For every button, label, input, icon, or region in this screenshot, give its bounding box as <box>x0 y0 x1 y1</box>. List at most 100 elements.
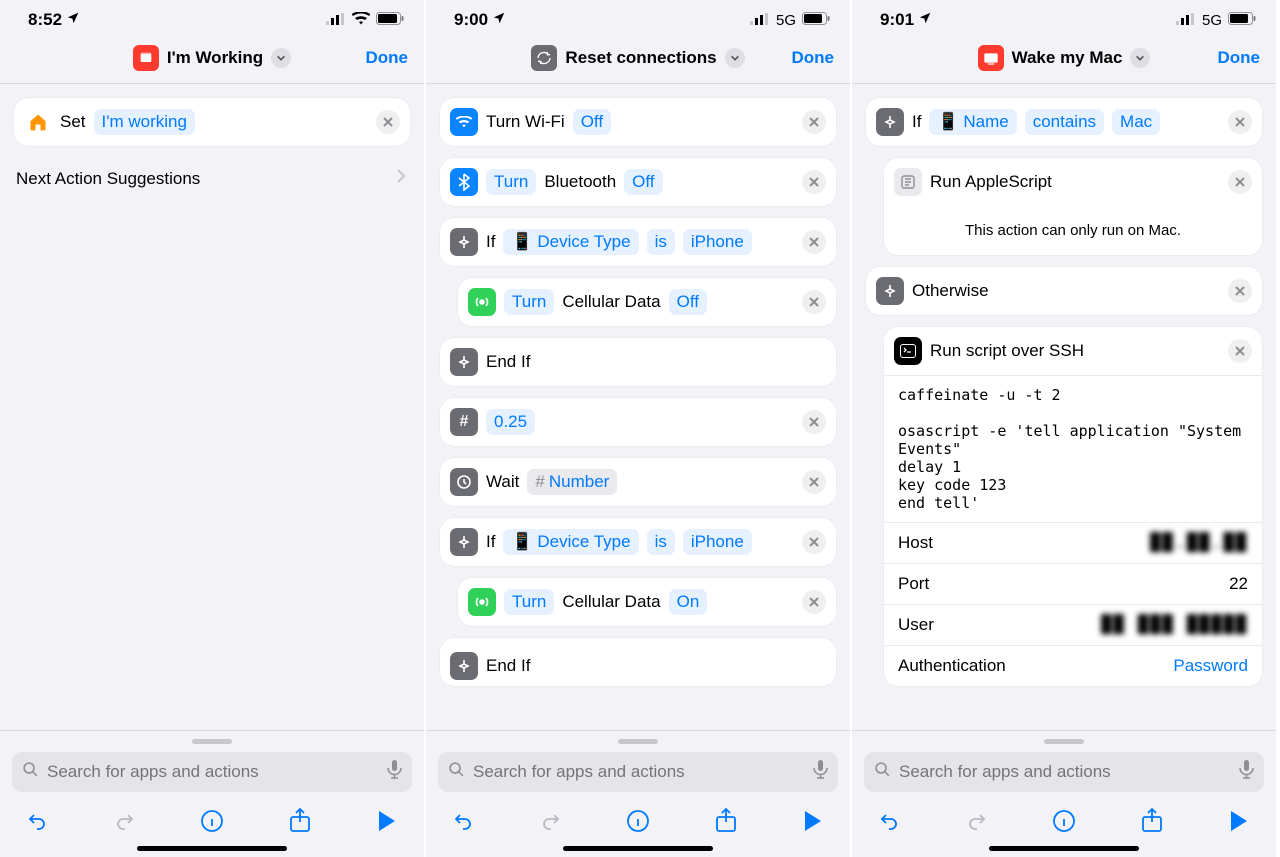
action-set[interactable]: Set I'm working <box>14 98 410 146</box>
action-number[interactable]: # 0.25 <box>440 398 836 446</box>
share-button[interactable] <box>285 806 315 836</box>
search-input[interactable] <box>473 762 805 782</box>
share-button[interactable] <box>711 806 741 836</box>
mic-icon[interactable] <box>813 760 828 784</box>
param[interactable]: iPhone <box>683 529 752 555</box>
field-value[interactable]: Password <box>1173 656 1248 676</box>
bottom-panel <box>426 730 850 857</box>
param-turn[interactable]: Turn <box>486 169 536 195</box>
action-otherwise[interactable]: Otherwise <box>866 267 1262 315</box>
shortcut-title[interactable]: Wake my Mac <box>978 45 1151 71</box>
search-field[interactable] <box>864 752 1264 792</box>
run-button[interactable] <box>1224 806 1254 836</box>
home-indicator <box>989 846 1139 851</box>
redo-button[interactable] <box>962 806 992 836</box>
param[interactable]: is <box>647 229 675 255</box>
chevron-down-icon[interactable] <box>725 48 745 68</box>
info-button[interactable] <box>1049 806 1079 836</box>
search-field[interactable] <box>438 752 838 792</box>
redo-button[interactable] <box>536 806 566 836</box>
search-input[interactable] <box>47 762 379 782</box>
action-if[interactable]: If 📱 Name contains Mac <box>866 98 1262 146</box>
action-cellular-off[interactable]: Turn Cellular Data Off <box>458 278 836 326</box>
action-lead: Set <box>60 112 86 132</box>
remove-action-button[interactable] <box>802 470 826 494</box>
param[interactable]: 0.25 <box>486 409 535 435</box>
param[interactable]: On <box>669 589 708 615</box>
remove-action-button[interactable] <box>802 170 826 194</box>
remove-action-button[interactable] <box>802 410 826 434</box>
action-if-2[interactable]: If 📱 Device Type is iPhone <box>440 518 836 566</box>
field-value[interactable]: ██ ███ █████ <box>1101 615 1248 635</box>
home-icon <box>24 108 52 136</box>
action-bluetooth[interactable]: Turn Bluetooth Off <box>440 158 836 206</box>
undo-button[interactable] <box>448 806 478 836</box>
share-button[interactable] <box>1137 806 1167 836</box>
sheet-grabber[interactable] <box>618 739 658 744</box>
shortcut-title[interactable]: I'm Working <box>133 45 291 71</box>
search-input[interactable] <box>899 762 1231 782</box>
mic-icon[interactable] <box>1239 760 1254 784</box>
param[interactable]: 📱 Device Type <box>503 529 638 555</box>
search-field[interactable] <box>12 752 412 792</box>
param-turn[interactable]: Turn <box>504 589 554 615</box>
phone-1: 8:52 I'm Working Done <box>0 0 426 857</box>
run-button[interactable] <box>798 806 828 836</box>
remove-action-button[interactable] <box>802 530 826 554</box>
remove-action-button[interactable] <box>1228 170 1252 194</box>
param[interactable]: is <box>647 529 675 555</box>
param[interactable]: 📱 Device Type <box>503 229 638 255</box>
ssh-host-row[interactable]: Host ██.██.██ <box>884 522 1262 563</box>
redo-button[interactable] <box>110 806 140 836</box>
field-value[interactable]: 22 <box>1229 574 1248 594</box>
param[interactable]: Off <box>573 109 611 135</box>
action-wifi[interactable]: Turn Wi-Fi Off <box>440 98 836 146</box>
next-action-suggestions[interactable]: Next Action Suggestions <box>14 158 410 199</box>
chevron-down-icon[interactable] <box>1130 48 1150 68</box>
remove-action-button[interactable] <box>802 110 826 134</box>
action-cellular-on[interactable]: Turn Cellular Data On <box>458 578 836 626</box>
action-applescript[interactable]: Run AppleScript This action can only run… <box>884 158 1262 255</box>
param[interactable]: Off <box>669 289 707 315</box>
done-button[interactable]: Done <box>366 32 409 84</box>
remove-action-button[interactable] <box>802 590 826 614</box>
ssh-port-row[interactable]: Port 22 <box>884 563 1262 604</box>
field-value[interactable]: ██.██.██ <box>1150 533 1248 553</box>
done-button[interactable]: Done <box>792 32 835 84</box>
param[interactable]: Mac <box>1112 109 1160 135</box>
param-turn[interactable]: Turn <box>504 289 554 315</box>
info-button[interactable] <box>197 806 227 836</box>
action-wait[interactable]: Wait ## Number Number <box>440 458 836 506</box>
run-button[interactable] <box>372 806 402 836</box>
action-endif[interactable]: End If <box>440 338 836 386</box>
undo-button[interactable] <box>22 806 52 836</box>
param-number-var[interactable]: ## Number Number <box>527 469 617 495</box>
param[interactable]: iPhone <box>683 229 752 255</box>
done-button[interactable]: Done <box>1218 32 1261 84</box>
shortcut-title[interactable]: Reset connections <box>531 45 744 71</box>
ssh-script[interactable]: caffeinate -u -t 2 osascript -e 'tell ap… <box>884 375 1262 522</box>
ssh-user-row[interactable]: User ██ ███ █████ <box>884 604 1262 645</box>
undo-button[interactable] <box>874 806 904 836</box>
param[interactable]: contains <box>1025 109 1104 135</box>
action-endif-2[interactable]: End If <box>440 638 836 686</box>
remove-action-button[interactable] <box>1228 110 1252 134</box>
remove-action-button[interactable] <box>1228 279 1252 303</box>
clock: 9:01 <box>880 10 914 30</box>
action-lead: Otherwise <box>912 281 989 301</box>
remove-action-button[interactable] <box>802 290 826 314</box>
remove-action-button[interactable] <box>376 110 400 134</box>
ssh-auth-row[interactable]: Authentication Password <box>884 645 1262 686</box>
sheet-grabber[interactable] <box>192 739 232 744</box>
action-if[interactable]: If 📱 Device Type is iPhone <box>440 218 836 266</box>
chevron-down-icon[interactable] <box>271 48 291 68</box>
remove-action-button[interactable] <box>1228 339 1252 363</box>
remove-action-button[interactable] <box>802 230 826 254</box>
param[interactable]: 📱 Name <box>929 109 1016 135</box>
info-button[interactable] <box>623 806 653 836</box>
mic-icon[interactable] <box>387 760 402 784</box>
sheet-grabber[interactable] <box>1044 739 1084 744</box>
param-scene[interactable]: I'm working <box>94 109 195 135</box>
action-ssh[interactable]: Run script over SSH caffeinate -u -t 2 o… <box>884 327 1262 686</box>
param[interactable]: Off <box>624 169 662 195</box>
